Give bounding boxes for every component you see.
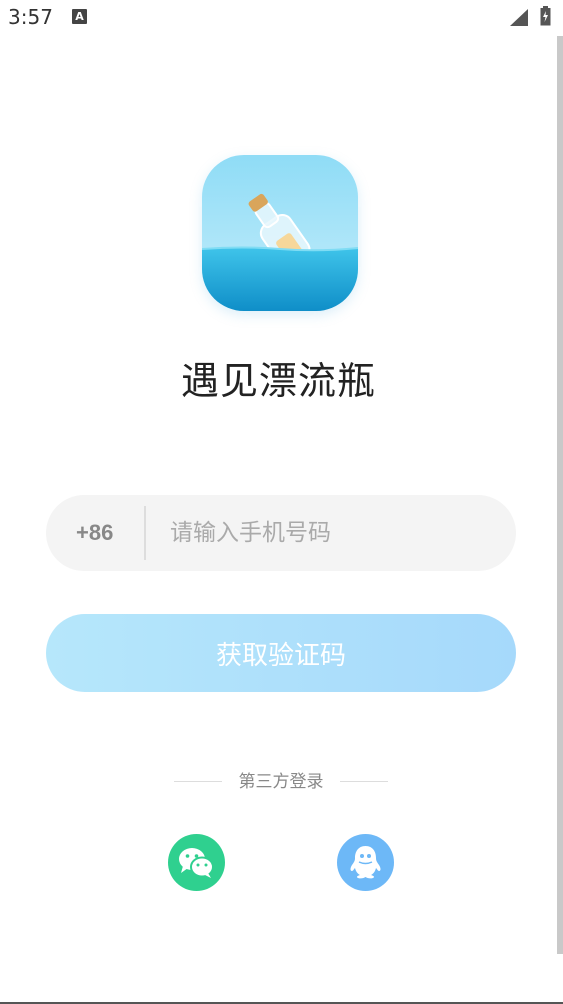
divider-line xyxy=(174,781,222,782)
qq-icon xyxy=(350,846,381,879)
a-icon: A xyxy=(72,9,87,24)
third-party-label: 第三方登录 xyxy=(238,772,324,792)
signal-icon xyxy=(510,9,528,26)
status-bar: 3:57 A xyxy=(0,0,563,36)
qq-login-button[interactable] xyxy=(337,834,394,891)
battery-charging-icon xyxy=(540,6,551,26)
phone-input[interactable] xyxy=(170,495,490,571)
status-time: 3:57 xyxy=(8,5,53,29)
divider-line xyxy=(340,781,388,782)
third-party-login: 第三方登录 xyxy=(0,768,557,796)
field-divider xyxy=(144,506,146,560)
get-code-button[interactable]: 获取验证码 xyxy=(46,614,516,692)
country-code[interactable]: +86 xyxy=(76,495,113,571)
message-bottle-icon xyxy=(202,155,358,311)
app-title: 遇见漂流瓶 xyxy=(180,359,376,403)
wechat-icon xyxy=(179,848,214,878)
scrollbar[interactable] xyxy=(557,36,563,954)
phone-field[interactable]: +86 xyxy=(46,495,516,571)
wechat-login-button[interactable] xyxy=(168,834,225,891)
login-screen: 3:57 A 遇见漂流瓶 +86 请输入手机号码 获取验证码 第三方登录 xyxy=(0,0,563,1004)
